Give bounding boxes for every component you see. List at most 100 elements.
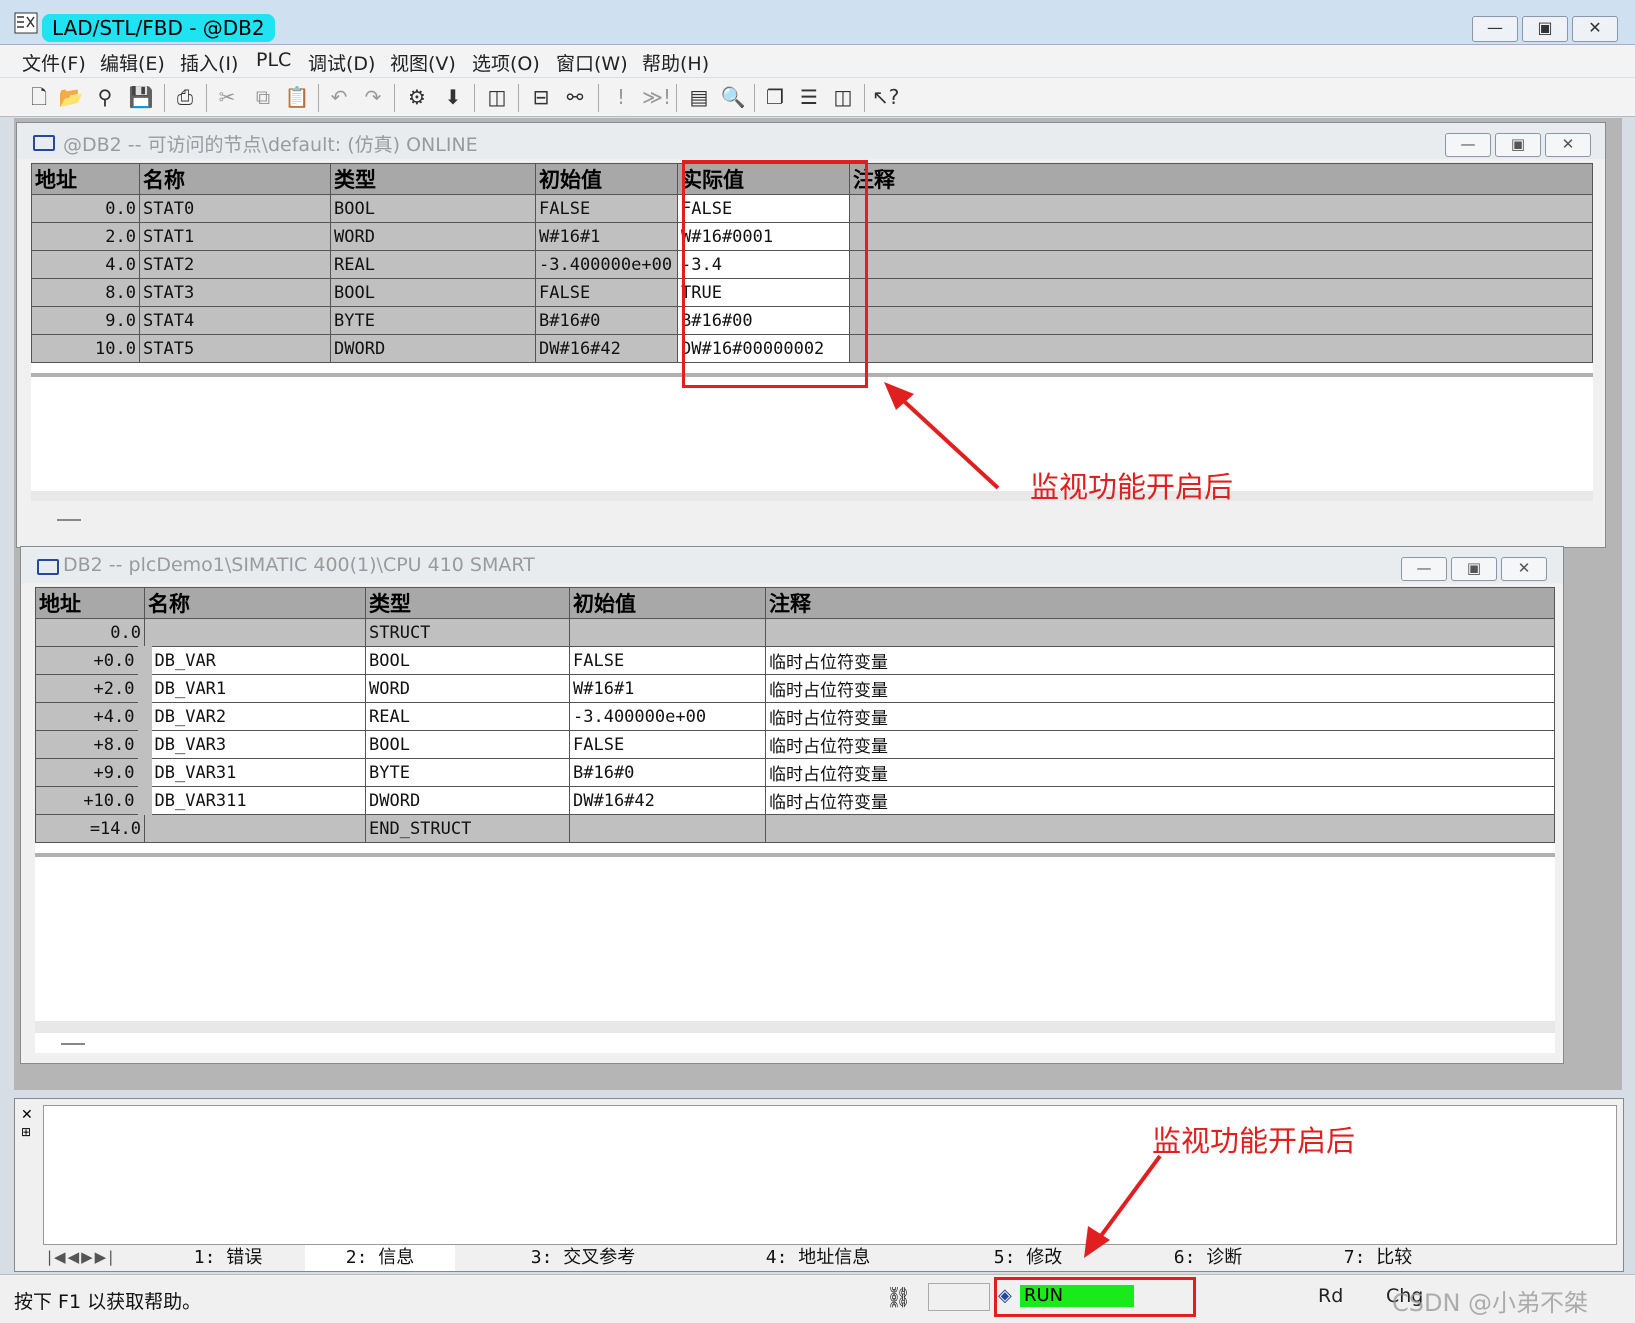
cell-name[interactable]: DB_VAR311 xyxy=(137,786,366,815)
offline-hscrollbar[interactable] xyxy=(35,1021,1555,1033)
menu-options[interactable]: 选项(O) xyxy=(472,49,540,76)
cell-type[interactable]: REAL xyxy=(365,702,570,731)
context-help-icon[interactable]: ↖? xyxy=(872,84,899,110)
save-icon[interactable]: 💾 xyxy=(128,84,154,110)
table-row[interactable]: +4.0 DB_VAR2 REAL -3.400000e+00 临时占位符变量 xyxy=(35,702,1555,731)
cell-type[interactable]: BOOL xyxy=(330,278,536,307)
offline-minimize-button[interactable]: — xyxy=(1401,557,1447,581)
cell-comment[interactable] xyxy=(765,618,1555,647)
accessible-nodes-icon[interactable]: ⚲ xyxy=(92,84,118,110)
cell-type[interactable]: BYTE xyxy=(365,758,570,787)
cell-comment[interactable]: 临时占位符变量 xyxy=(765,786,1555,815)
cell-initial[interactable]: -3.400000e+00 xyxy=(535,250,678,279)
cell-initial[interactable] xyxy=(569,814,766,843)
cell-comment[interactable] xyxy=(849,250,1593,279)
offline-maximize-button[interactable]: ▣ xyxy=(1451,557,1497,581)
close-pane-icon[interactable]: ✕ xyxy=(21,1107,33,1123)
undo-icon[interactable]: ↶ xyxy=(326,84,352,110)
table-row[interactable]: =14.0 END_STRUCT xyxy=(35,814,1555,843)
cell-type[interactable]: BYTE xyxy=(330,306,536,335)
header-type[interactable]: 类型 xyxy=(330,163,536,195)
online-hscrollbar[interactable] xyxy=(31,491,1593,501)
table-row[interactable]: +9.0 DB_VAR31 BYTE B#16#0 临时占位符变量 xyxy=(35,758,1555,787)
header-initial-value[interactable]: 初始值 xyxy=(535,163,678,195)
cell-initial[interactable]: DW#16#42 xyxy=(569,786,766,815)
cell-type[interactable]: DWORD xyxy=(330,334,536,363)
cell-name[interactable]: STAT3 xyxy=(139,278,331,307)
menu-window[interactable]: 窗口(W) xyxy=(556,49,628,76)
tile-horizontal-icon[interactable]: ☰ xyxy=(796,84,822,110)
cell-comment[interactable] xyxy=(849,334,1593,363)
table-row[interactable]: 0.0 STRUCT xyxy=(35,618,1555,647)
monitor-icon[interactable]: ◫ xyxy=(484,84,510,110)
cell-name[interactable]: DB_VAR3 xyxy=(137,730,366,759)
online-maximize-button[interactable]: ▣ xyxy=(1495,133,1541,157)
cell-name[interactable]: STAT5 xyxy=(139,334,331,363)
cell-initial[interactable]: FALSE xyxy=(535,194,678,223)
cell-type[interactable]: BOOL xyxy=(330,194,536,223)
header-comment[interactable]: 注释 xyxy=(765,587,1555,619)
redo-icon[interactable]: ↷ xyxy=(360,84,386,110)
header-address[interactable]: 地址 xyxy=(35,587,145,619)
cell-type[interactable]: WORD xyxy=(365,674,570,703)
cell-initial[interactable] xyxy=(569,618,766,647)
header-name[interactable]: 名称 xyxy=(144,587,366,619)
cell-name[interactable]: DB_VAR2 xyxy=(137,702,366,731)
tab-errors[interactable]: 1: 错误 xyxy=(153,1245,303,1271)
tile-vertical-icon[interactable]: ◫ xyxy=(830,84,856,110)
cell-type[interactable]: BOOL xyxy=(365,730,570,759)
cell-name[interactable]: STAT1 xyxy=(139,222,331,251)
paste-icon[interactable]: 📋 xyxy=(284,84,310,110)
cell-comment[interactable]: 临时占位符变量 xyxy=(765,702,1555,731)
compile-icon[interactable]: ⚙ xyxy=(404,84,430,110)
cell-initial[interactable]: -3.400000e+00 xyxy=(569,702,766,731)
close-button[interactable]: ✕ xyxy=(1572,16,1618,42)
zoom-icon[interactable]: 🔍 xyxy=(720,84,746,110)
cell-comment[interactable]: 临时占位符变量 xyxy=(765,646,1555,675)
menu-view[interactable]: 视图(V) xyxy=(390,49,456,76)
header-address[interactable]: 地址 xyxy=(31,163,140,195)
tab-scroll-arrows-icon[interactable]: |◀◀▶▶| xyxy=(47,1248,115,1266)
cell-initial[interactable]: W#16#1 xyxy=(569,674,766,703)
cell-name[interactable]: DB_VAR31 xyxy=(137,758,366,787)
cell-comment[interactable] xyxy=(849,194,1593,223)
cell-comment[interactable]: 临时占位符变量 xyxy=(765,674,1555,703)
cell-initial[interactable]: W#16#1 xyxy=(535,222,678,251)
network-icon[interactable]: ⊟ xyxy=(528,84,554,110)
print-icon[interactable]: ⎙ xyxy=(172,84,198,110)
cascade-icon[interactable]: ❐ xyxy=(762,84,788,110)
cell-initial[interactable]: FALSE xyxy=(535,278,678,307)
table-row[interactable]: +2.0 DB_VAR1 WORD W#16#1 临时占位符变量 xyxy=(35,674,1555,703)
cell-type[interactable]: REAL xyxy=(330,250,536,279)
download-icon[interactable]: ⬇ xyxy=(440,84,466,110)
cell-comment[interactable] xyxy=(849,278,1593,307)
tab-info[interactable]: 2: 信息 xyxy=(305,1245,455,1271)
header-initial-value[interactable]: 初始值 xyxy=(569,587,766,619)
cell-comment[interactable] xyxy=(765,814,1555,843)
new-icon[interactable]: 🗋 xyxy=(26,84,52,110)
header-comment[interactable]: 注释 xyxy=(849,163,1593,195)
cell-comment[interactable]: 临时占位符变量 xyxy=(765,758,1555,787)
cell-name[interactable] xyxy=(144,814,366,843)
cell-type[interactable]: STRUCT xyxy=(365,618,570,647)
tab-address-info[interactable]: 4: 地址信息 xyxy=(703,1245,933,1271)
cell-name[interactable] xyxy=(144,618,366,647)
minimize-button[interactable]: — xyxy=(1472,16,1518,42)
output-text-area[interactable] xyxy=(43,1105,1617,1245)
cell-initial[interactable]: B#16#0 xyxy=(569,758,766,787)
cut-icon[interactable]: ✂ xyxy=(214,84,240,110)
cell-name[interactable]: DB_VAR xyxy=(137,646,366,675)
cell-type[interactable]: BOOL xyxy=(365,646,570,675)
table-row[interactable]: +10.0 DB_VAR311 DWORD DW#16#42 临时占位符变量 xyxy=(35,786,1555,815)
menu-insert[interactable]: 插入(I) xyxy=(180,49,238,76)
cell-type[interactable]: DWORD xyxy=(365,786,570,815)
cell-type[interactable]: END_STRUCT xyxy=(365,814,570,843)
menu-help[interactable]: 帮助(H) xyxy=(642,49,709,76)
cell-name[interactable]: DB_VAR1 xyxy=(137,674,366,703)
cell-name[interactable]: STAT4 xyxy=(139,306,331,335)
next-error-icon[interactable]: ≫! xyxy=(642,84,671,110)
maximize-button[interactable]: ▣ xyxy=(1522,16,1568,42)
table-row[interactable]: +8.0 DB_VAR3 BOOL FALSE 临时占位符变量 xyxy=(35,730,1555,759)
menu-debug[interactable]: 调试(D) xyxy=(308,49,375,76)
header-type[interactable]: 类型 xyxy=(365,587,570,619)
